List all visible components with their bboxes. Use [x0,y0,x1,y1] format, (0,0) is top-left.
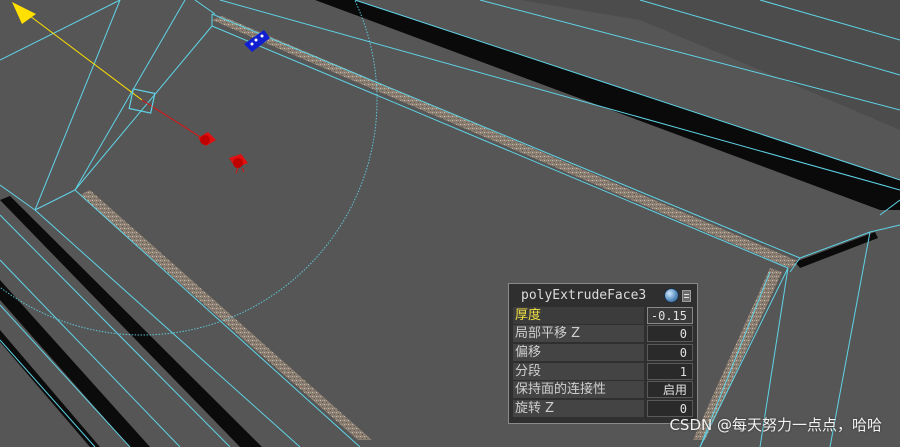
attr-row-local-translate-z[interactable]: 局部平移 Z 0 [513,325,693,344]
3d-viewport[interactable] [0,0,900,447]
attr-label: 分段 [513,362,645,380]
attr-value-field[interactable]: 启用 [647,381,693,399]
attr-value-field[interactable]: 0 [647,343,693,361]
attr-label: 旋转 Z [513,399,645,417]
globe-icon[interactable] [664,288,679,303]
move-x-axis-line [141,99,206,141]
panel-header: polyExtrudeFace3 [509,284,697,306]
attr-row-thickness[interactable]: 厚度 -0.15 [513,306,693,325]
attr-value-field[interactable]: 0 [647,325,693,343]
attr-label: 厚度 [513,306,645,324]
attr-row-keep-faces-together[interactable]: 保持面的连接性 启用 [513,380,693,399]
move-y-arrow-icon[interactable] [12,2,36,24]
attr-row-divisions[interactable]: 分段 1 [513,362,693,381]
attribute-panel: polyExtrudeFace3 厚度 -0.15 局部平移 Z 0 偏移 0 … [508,283,698,424]
attr-label: 保持面的连接性 [513,381,645,399]
viewport-canvas[interactable] [0,0,900,447]
menu-icon[interactable] [682,289,691,302]
attr-label: 偏移 [513,343,645,361]
attribute-rows: 厚度 -0.15 局部平移 Z 0 偏移 0 分段 1 保持面的连接性 启用 旋… [513,306,693,418]
attr-value-field[interactable]: -0.15 [647,306,693,324]
move-y-axis-line [21,9,143,101]
attr-value-field[interactable]: 1 [647,362,693,380]
black-groove-right [795,232,878,268]
attr-row-offset[interactable]: 偏移 0 [513,343,693,362]
panel-header-icons [664,288,691,303]
attr-label: 局部平移 Z [513,325,645,343]
scale-red-handle-icon[interactable] [198,132,248,174]
attr-row-rotate-z[interactable]: 旋转 Z 0 [513,399,693,418]
watermark-text: CSDN @每天努力一点点，哈哈 [669,416,882,434]
